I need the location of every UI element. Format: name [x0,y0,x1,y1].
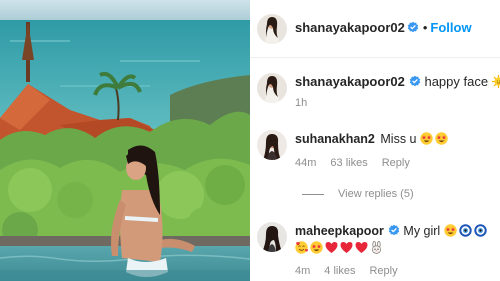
profile-photo-icon [257,73,287,103]
smiling-hearts-icon [295,241,308,254]
comment-likes[interactable]: 4 likes [324,265,355,277]
verified-badge-icon [388,224,400,236]
red-heart-icon [355,241,368,254]
verified-badge-icon [409,75,421,87]
comment-row: maheepkapoor My girl [295,223,489,239]
comment-avatar[interactable] [257,130,287,160]
header-user: shanayakapoor02 • Follow [295,20,472,35]
profile-photo-icon [257,14,287,44]
caption-username[interactable]: shanayakapoor02 [295,74,405,89]
comment-avatar[interactable] [257,222,287,252]
comment-username[interactable]: suhanakhan2 [295,132,375,146]
view-replies-label[interactable]: View replies (5) [338,188,414,200]
profile-photo-icon [257,130,287,160]
post-header: shanayakapoor02 • Follow [250,0,500,58]
nazar-amulet-icon [474,224,487,237]
separator-dot: • [422,20,428,35]
star-struck-icon [310,241,323,254]
red-heart-icon [325,241,338,254]
caption-timestamp: 1h [295,97,308,109]
reply-button[interactable]: Reply [369,265,397,277]
view-replies-button[interactable]: View replies (5) [302,188,414,200]
avatar[interactable] [257,14,287,44]
nazar-amulet-icon [459,224,472,237]
star-struck-icon [444,224,457,237]
post-photo[interactable] [0,0,250,281]
sun-with-face-icon [491,75,500,88]
rabbit-icon [370,241,383,254]
star-struck-icon [420,132,433,145]
caption-text: happy face [424,74,489,89]
reply-button[interactable]: Reply [382,157,410,169]
follow-button[interactable]: Follow [430,20,471,35]
comment-text: My girl [403,224,441,238]
star-struck-icon [435,132,448,145]
comment-likes[interactable]: 63 likes [330,157,367,169]
replies-divider [302,193,324,195]
comment-row: suhanakhan2 Miss u [295,131,450,147]
comment-meta: 4m 4 likes Reply [295,265,412,277]
beach-pool-photo [0,0,250,281]
comment-timestamp: 4m [295,265,311,277]
red-heart-icon [340,241,353,254]
caption-row: shanayakapoor02 happy face [295,74,500,90]
comment-text: Miss u [380,132,417,146]
comment-timestamp: 44m [295,157,317,169]
comment-panel: shanayakapoor02 • Follow shanayakapoor02 h… [250,0,500,281]
caption-avatar[interactable] [257,73,287,103]
header-username[interactable]: shanayakapoor02 [295,20,405,35]
verified-badge-icon [407,21,419,33]
caption-time: 1h [295,97,321,109]
comment-emoji-row [295,240,385,256]
profile-photo-icon [257,222,287,252]
comment-username[interactable]: maheepkapoor [295,224,384,238]
comment-meta: 44m 63 likes Reply [295,157,424,169]
